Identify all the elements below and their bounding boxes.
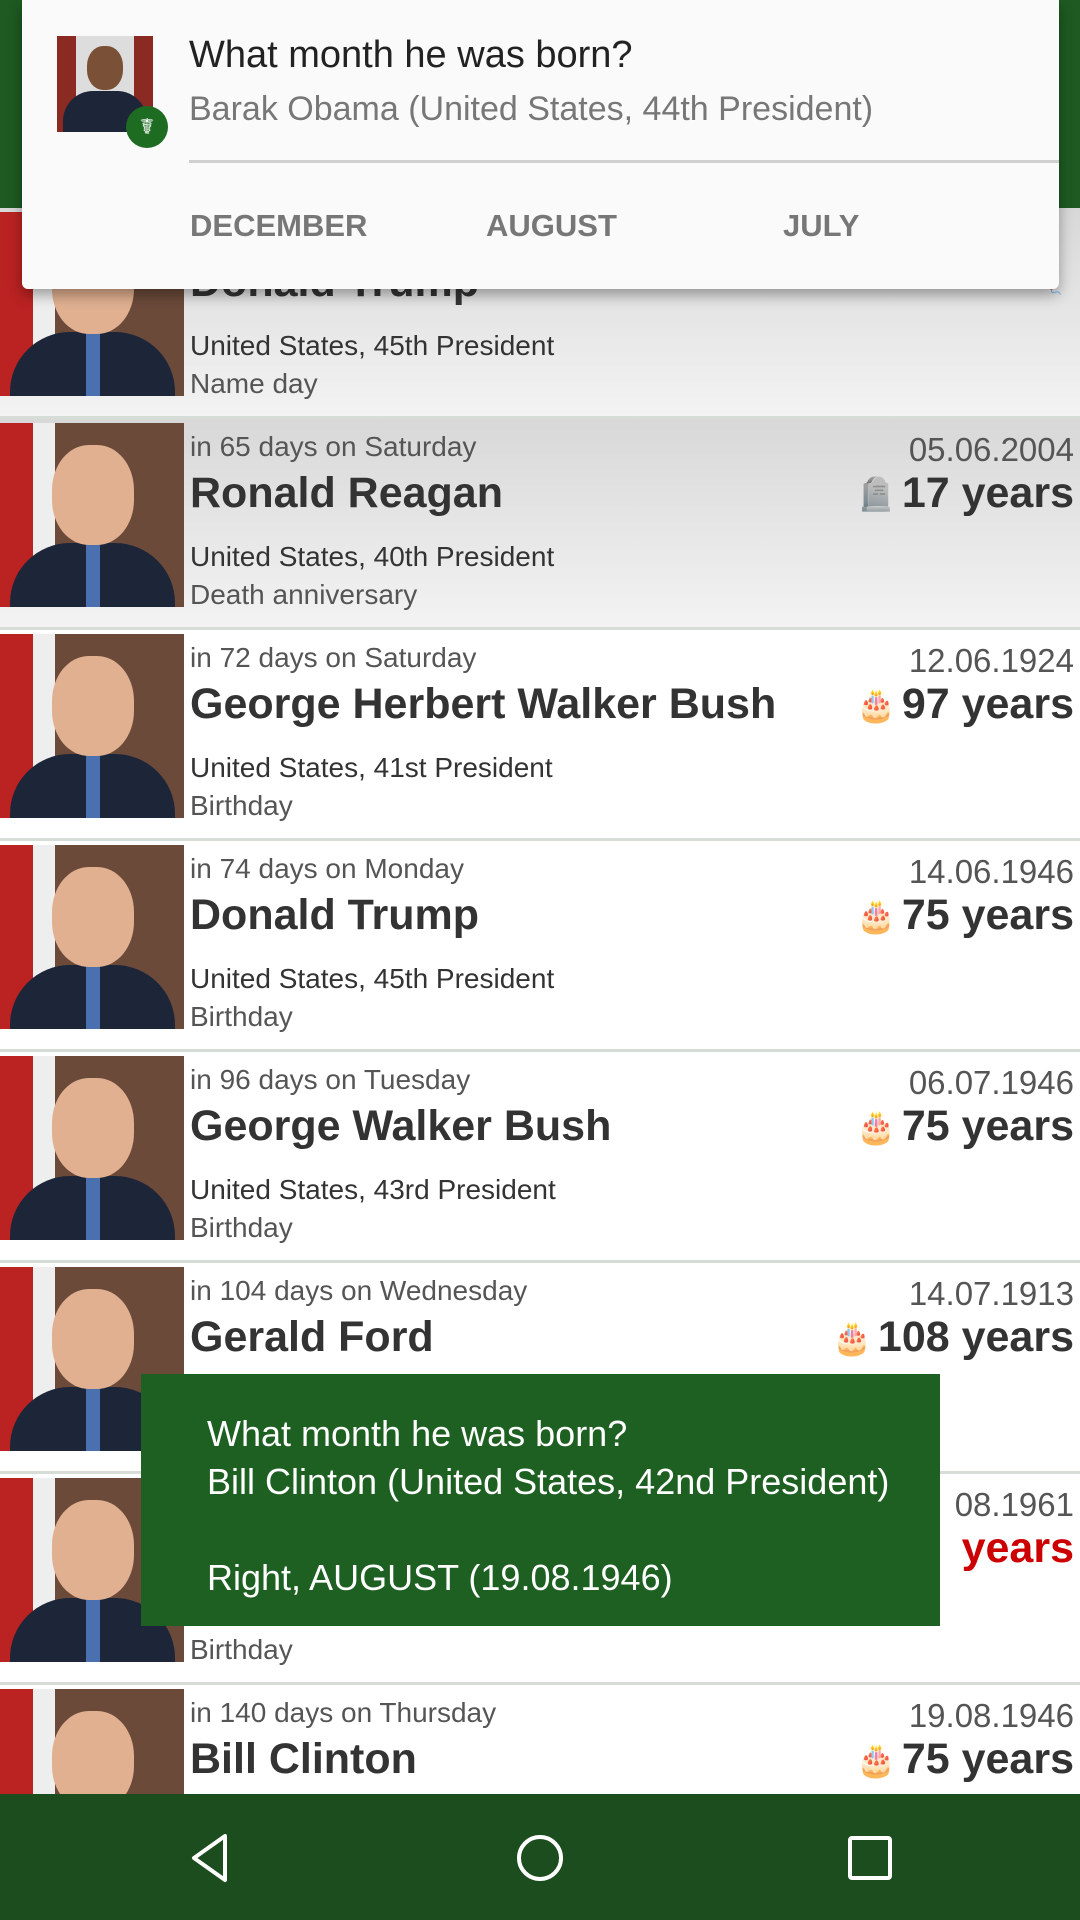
person-description: United States, 43rd President bbox=[190, 1174, 556, 1205]
person-photo bbox=[0, 1056, 184, 1240]
brain-quiz-icon: ☤ bbox=[126, 106, 168, 148]
birthday-cake-icon: 🎂 bbox=[855, 897, 896, 934]
age: 75 years bbox=[901, 1102, 1074, 1150]
list-item[interactable]: in 65 days on Saturday Ronald Reagan Uni… bbox=[0, 419, 1080, 630]
age: 75 years bbox=[901, 891, 1074, 939]
option-august-button[interactable]: AUGUST bbox=[486, 208, 617, 244]
person-name: Bill Clinton bbox=[190, 1735, 417, 1783]
recents-icon[interactable] bbox=[840, 1828, 900, 1888]
person-name: Ronald Reagan bbox=[190, 469, 503, 517]
person-photo bbox=[0, 634, 184, 818]
list-item[interactable]: in 72 days on Saturday George Herbert Wa… bbox=[0, 630, 1080, 841]
days-until: in 140 days on Thursday bbox=[190, 1697, 497, 1728]
event-date: 06.07.1946 bbox=[908, 1064, 1074, 1101]
event-type: Death anniversary bbox=[190, 579, 418, 610]
quiz-question: What month he was born? bbox=[189, 34, 633, 76]
list-item[interactable]: in 96 days on Tuesday George Walker Bush… bbox=[0, 1052, 1080, 1263]
birthday-cake-icon: 🎂 bbox=[855, 686, 896, 723]
home-icon[interactable] bbox=[510, 1828, 570, 1888]
event-type: Birthday bbox=[190, 1001, 293, 1032]
person-description: United States, 41st President bbox=[190, 752, 553, 783]
age: 17 years bbox=[901, 469, 1074, 517]
toast-question: What month he was born? bbox=[207, 1413, 628, 1454]
person-description: United States, 45th President bbox=[190, 963, 555, 994]
person-name: George Herbert Walker Bush bbox=[190, 680, 777, 728]
person-photo bbox=[0, 423, 184, 607]
age: 97 years bbox=[901, 680, 1074, 728]
answer-toast: What month he was born? Bill Clinton (Un… bbox=[141, 1374, 940, 1626]
event-date: 14.07.1913 bbox=[908, 1275, 1074, 1312]
days-until: in 74 days on Monday bbox=[190, 853, 464, 884]
event-type: Birthday bbox=[190, 1634, 293, 1665]
days-until: in 65 days on Saturday bbox=[190, 431, 477, 462]
toast-result: Right, AUGUST (19.08.1946) bbox=[207, 1557, 673, 1598]
back-icon[interactable] bbox=[180, 1828, 240, 1888]
person-photo bbox=[0, 845, 184, 1029]
birthday-cake-icon: 🎂 bbox=[855, 1741, 896, 1778]
person-description: United States, 45th President bbox=[190, 330, 555, 361]
toast-subject: Bill Clinton (United States, 42nd Presid… bbox=[207, 1461, 890, 1502]
quiz-dialog: ☤ What month he was born? Barak Obama (U… bbox=[22, 0, 1059, 289]
list-item[interactable]: in 74 days on Monday Donald Trump United… bbox=[0, 841, 1080, 1052]
event-type: Name day bbox=[190, 368, 318, 399]
event-type: Birthday bbox=[190, 1212, 293, 1243]
event-list[interactable]: Donald Trump United States, 45th Preside… bbox=[0, 208, 1080, 1896]
event-type: Birthday bbox=[190, 790, 293, 821]
person-name: Donald Trump bbox=[190, 891, 480, 939]
person-name: Gerald Ford bbox=[190, 1313, 434, 1361]
days-until: in 72 days on Saturday bbox=[190, 642, 477, 673]
person-description: United States, 40th President bbox=[190, 541, 555, 572]
age: 75 years bbox=[901, 1735, 1074, 1783]
event-date: 08.1961 bbox=[954, 1486, 1074, 1523]
days-until: in 96 days on Tuesday bbox=[190, 1064, 471, 1095]
birthday-cake-icon: 🎂 bbox=[855, 1108, 896, 1145]
age: 108 years bbox=[877, 1313, 1074, 1361]
quiz-subject: Barak Obama (United States, 44th Preside… bbox=[189, 90, 874, 128]
divider bbox=[189, 160, 1059, 163]
birthday-cake-icon: 🎂 bbox=[832, 1319, 872, 1356]
option-december-button[interactable]: DECEMBER bbox=[190, 208, 367, 244]
event-date: 19.08.1946 bbox=[908, 1697, 1074, 1734]
event-date: 14.06.1946 bbox=[908, 853, 1074, 890]
option-july-button[interactable]: JULY bbox=[783, 208, 859, 244]
gravestone-icon: 🪦 bbox=[855, 475, 896, 512]
event-date: 12.06.1924 bbox=[908, 642, 1074, 679]
days-until: in 104 days on Wednesday bbox=[190, 1275, 528, 1306]
navigation-bar bbox=[0, 1794, 1080, 1920]
age: years bbox=[961, 1524, 1074, 1572]
person-name: George Walker Bush bbox=[190, 1102, 612, 1150]
event-date: 05.06.2004 bbox=[908, 431, 1074, 468]
